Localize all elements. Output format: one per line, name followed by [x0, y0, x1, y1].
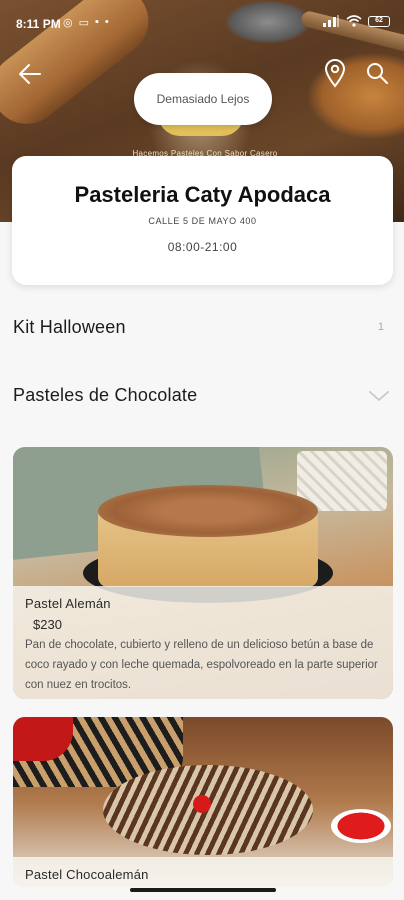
search-button[interactable]: [364, 60, 390, 86]
dot-icon: •: [104, 16, 109, 28]
product-name: Pastel Chocoalemán: [25, 867, 149, 882]
location-button[interactable]: [322, 58, 348, 88]
whatsapp-icon: ◎: [63, 17, 73, 29]
product-card[interactable]: Pastel Chocoalemán: [13, 717, 393, 887]
wifi-icon: [346, 15, 362, 27]
status-time: 8:11 PM: [16, 17, 61, 31]
image-bowl: [331, 809, 391, 843]
map-pin-icon: [324, 59, 346, 88]
image-cake-top: [98, 485, 318, 537]
product-description: Pan de chocolate, cubierto y relleno de …: [25, 639, 378, 691]
product-name: Pastel Alemán: [25, 596, 111, 611]
trash-icon: ▪: [95, 16, 99, 28]
product-price: $230: [33, 617, 62, 632]
category-row-pasteles-de-chocolate[interactable]: Pasteles de Chocolate: [0, 371, 404, 421]
product-info: Pastel Chocoalemán: [13, 857, 393, 887]
signal-icon: [323, 15, 339, 27]
image-cherry: [193, 795, 211, 813]
category-row-kit-halloween[interactable]: Kit Halloween 1: [0, 303, 404, 353]
category-count: 1: [377, 321, 384, 333]
system-icons: 62: [322, 15, 390, 27]
product-info: Pastel Alemán $230 Pan de chocolate, cub…: [13, 586, 393, 699]
home-indicator[interactable]: [130, 888, 276, 892]
status-bar: 8:11 PM ◎ ▭ ▪ • 62: [0, 0, 404, 44]
category-label: Kit Halloween: [13, 317, 126, 337]
product-card[interactable]: Pastel Alemán $230 Pan de chocolate, cub…: [13, 447, 393, 699]
category-label: Pasteles de Chocolate: [13, 385, 198, 405]
monitor-icon: ▭: [78, 17, 90, 29]
store-info-card: Pasteleria Caty Apodaca CALLE 5 DE MAYO …: [12, 156, 393, 285]
store-name: Pasteleria Caty Apodaca: [74, 182, 331, 207]
store-address: CALLE 5 DE MAYO 400: [148, 216, 257, 226]
search-icon: [367, 63, 388, 84]
chevron-down-icon: [369, 391, 389, 401]
back-button[interactable]: [16, 60, 44, 88]
battery-icon: 62: [368, 15, 390, 27]
distance-badge: Demasiado Lejos: [134, 73, 272, 125]
store-hours: 08:00-21:00: [167, 240, 238, 254]
arrow-left-icon: [19, 64, 41, 84]
notification-icons: ◎ ▭ ▪ •: [63, 16, 109, 29]
